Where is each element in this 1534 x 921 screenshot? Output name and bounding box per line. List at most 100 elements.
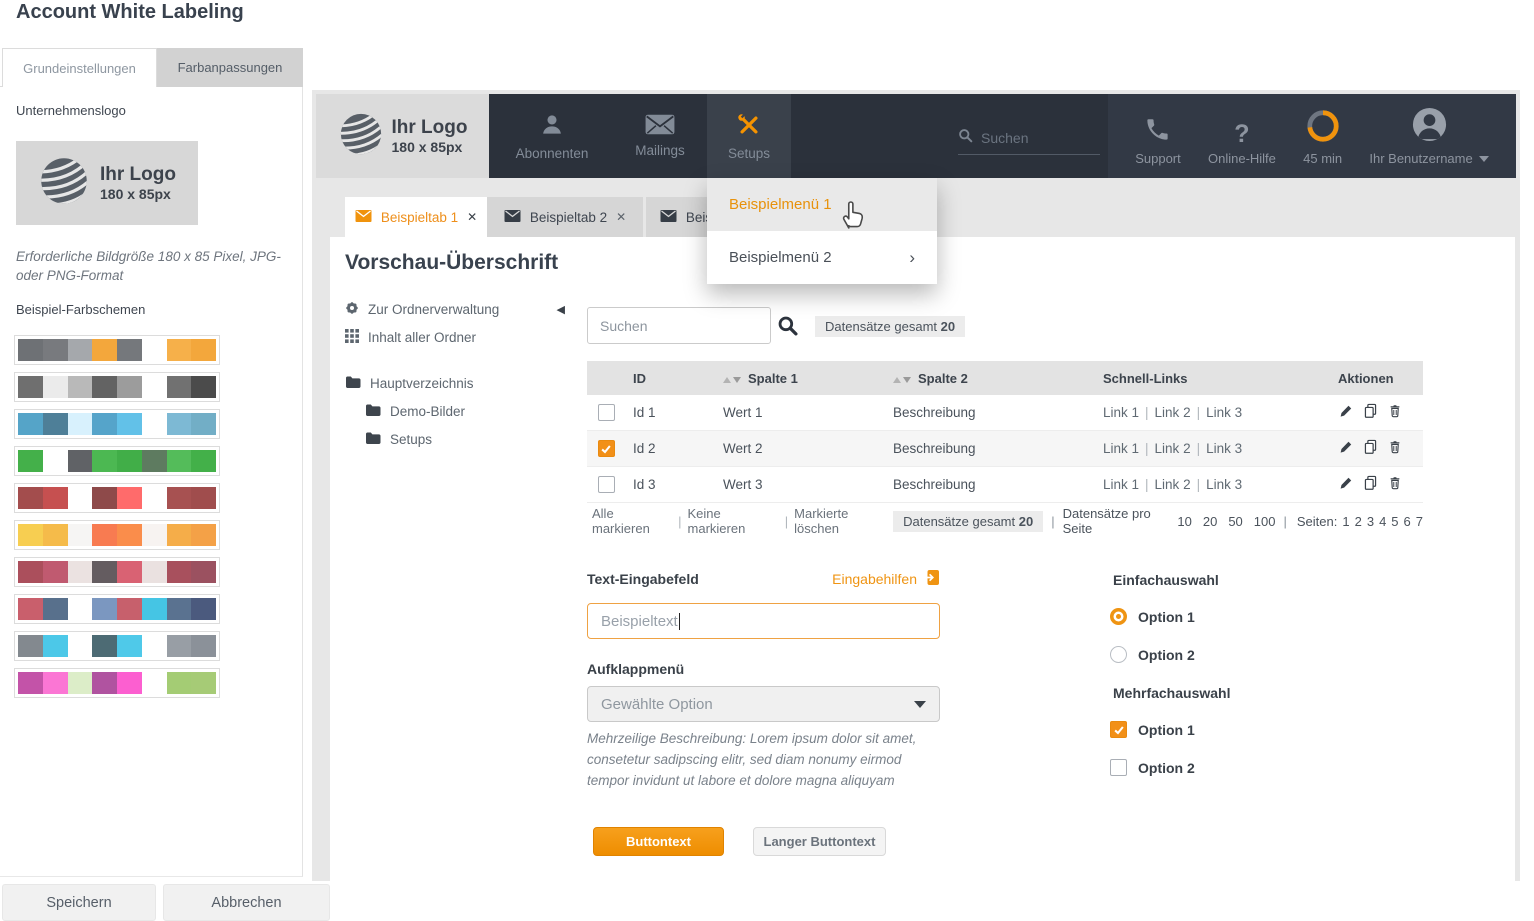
- color-scheme-row[interactable]: [14, 483, 220, 513]
- preview-tab-2[interactable]: Beispieltab 2 ✕: [487, 197, 643, 237]
- color-swatch: [18, 450, 43, 472]
- radio-option-1[interactable]: Option 1: [1110, 608, 1195, 625]
- color-scheme-row[interactable]: [14, 594, 220, 624]
- delete-trash-icon[interactable]: [1388, 475, 1402, 494]
- quick-link[interactable]: Link 3: [1206, 477, 1242, 492]
- menu-item-beispielmenu-2[interactable]: Beispielmenü 2 ›: [707, 231, 937, 284]
- nav-session-timer[interactable]: 45 min: [1303, 94, 1342, 178]
- radio-unchecked-icon[interactable]: [1110, 646, 1127, 663]
- list-search-input[interactable]: [587, 307, 771, 344]
- delete-selected-link[interactable]: Markierte löschen: [794, 506, 893, 536]
- preview-tab-1[interactable]: Beispieltab 1 ✕: [345, 197, 487, 237]
- quick-link[interactable]: Link 2: [1155, 477, 1191, 492]
- column-header-id[interactable]: ID: [625, 371, 723, 386]
- color-scheme-row[interactable]: [14, 409, 220, 439]
- delete-trash-icon[interactable]: [1388, 439, 1402, 458]
- company-logo-preview[interactable]: Ihr Logo 180 x 85px: [16, 141, 198, 225]
- tree-folder-setups[interactable]: Setups: [345, 425, 565, 453]
- page-number[interactable]: 7: [1416, 514, 1423, 529]
- color-swatch: [68, 635, 93, 657]
- page-number[interactable]: 4: [1379, 514, 1386, 529]
- per-page-option[interactable]: 50: [1228, 514, 1242, 529]
- edit-pencil-icon[interactable]: [1338, 404, 1353, 422]
- quick-link[interactable]: Link 3: [1206, 405, 1242, 420]
- quick-link[interactable]: Link 1: [1103, 477, 1139, 492]
- column-header-spalte1[interactable]: Spalte 1: [723, 371, 893, 386]
- secondary-button[interactable]: Langer Buttontext: [753, 827, 886, 856]
- checkbox-checked-icon[interactable]: [1110, 721, 1127, 738]
- select-none-link[interactable]: Keine markieren: [688, 506, 779, 536]
- row-checkbox[interactable]: [598, 476, 615, 493]
- quick-link[interactable]: Link 2: [1155, 405, 1191, 420]
- close-icon[interactable]: ✕: [616, 210, 626, 224]
- radio-checked-icon[interactable]: [1110, 608, 1127, 625]
- navbar-logo[interactable]: Ihr Logo 180 x 85px: [316, 94, 489, 178]
- column-header-spalte2[interactable]: Spalte 2: [893, 371, 1103, 386]
- color-swatch: [117, 339, 142, 361]
- nav-item-setups[interactable]: Setups: [707, 94, 791, 178]
- search-icon[interactable]: [777, 315, 798, 341]
- color-scheme-row[interactable]: [14, 520, 220, 550]
- close-icon[interactable]: ✕: [467, 210, 477, 224]
- row-checkbox-checked[interactable]: [598, 440, 615, 457]
- copy-icon[interactable]: [1363, 403, 1378, 422]
- navbar-search-input[interactable]: [981, 130, 1081, 146]
- sort-arrows-icon[interactable]: [893, 377, 911, 383]
- edit-pencil-icon[interactable]: [1338, 476, 1353, 494]
- edit-pencil-icon[interactable]: [1338, 440, 1353, 458]
- color-swatch: [92, 487, 117, 509]
- color-scheme-row[interactable]: [14, 335, 220, 365]
- quick-link[interactable]: Link 2: [1155, 441, 1191, 456]
- tree-link-ordnerverwaltung[interactable]: Zur Ordnerverwaltung ◀: [345, 295, 565, 323]
- tree-folder-demo-bilder[interactable]: Demo-Bilder: [345, 397, 565, 425]
- color-scheme-row[interactable]: [14, 372, 220, 402]
- per-page-option[interactable]: 100: [1254, 514, 1276, 529]
- quick-link[interactable]: Link 3: [1206, 441, 1242, 456]
- tab-farbanpassungen[interactable]: Farbanpassungen: [157, 48, 303, 87]
- radio-option-2[interactable]: Option 2: [1110, 646, 1195, 663]
- quick-link[interactable]: Link 1: [1103, 405, 1139, 420]
- text-input[interactable]: Beispieltext: [587, 603, 940, 639]
- nav-user-menu[interactable]: Ihr Benutzername: [1369, 94, 1488, 178]
- page-number[interactable]: 2: [1355, 514, 1362, 529]
- copy-icon[interactable]: [1363, 439, 1378, 458]
- tree-link-alle-ordner[interactable]: Inhalt aller Ordner: [345, 323, 565, 351]
- color-scheme-row[interactable]: [14, 446, 220, 476]
- color-scheme-row[interactable]: [14, 668, 220, 698]
- color-scheme-row[interactable]: [14, 557, 220, 587]
- per-page-option[interactable]: 10: [1177, 514, 1191, 529]
- nav-online-help[interactable]: ? Online-Hilfe: [1208, 94, 1276, 178]
- records-total-badge: Datensätze gesamt 20: [815, 316, 965, 337]
- checkbox-unchecked-icon[interactable]: [1110, 759, 1127, 776]
- nav-support[interactable]: Support: [1135, 94, 1181, 178]
- page-number[interactable]: 1: [1342, 514, 1349, 529]
- cancel-button[interactable]: Abbrechen: [163, 884, 330, 921]
- nav-item-mailings[interactable]: Mailings: [612, 94, 708, 178]
- input-helpers-link[interactable]: Eingabehilfen: [832, 569, 940, 589]
- checkbox-option-1[interactable]: Option 1: [1110, 721, 1195, 738]
- menu-item-beispielmenu-1[interactable]: Beispielmenü 1: [707, 178, 937, 231]
- save-button[interactable]: Speichern: [2, 884, 156, 921]
- tree-folder-hauptverzeichnis[interactable]: Hauptverzeichnis: [345, 369, 565, 397]
- nav-item-abonnenten[interactable]: Abonnenten: [504, 94, 600, 178]
- quick-link[interactable]: Link 1: [1103, 441, 1139, 456]
- folder-icon: [365, 431, 381, 448]
- delete-trash-icon[interactable]: [1388, 403, 1402, 422]
- per-page-option[interactable]: 20: [1203, 514, 1217, 529]
- color-scheme-row[interactable]: [14, 631, 220, 661]
- page-number[interactable]: 5: [1391, 514, 1398, 529]
- color-swatch: [142, 635, 167, 657]
- dropdown-select[interactable]: Gewählte Option: [587, 686, 940, 722]
- tab-grundeinstellungen[interactable]: Grundeinstellungen: [2, 48, 157, 87]
- footer-separator: |: [1283, 514, 1286, 529]
- select-all-link[interactable]: Alle markieren: [592, 506, 672, 536]
- color-swatch: [191, 450, 216, 472]
- row-checkbox[interactable]: [598, 404, 615, 421]
- sort-arrows-icon[interactable]: [723, 377, 741, 383]
- checkbox-option-2[interactable]: Option 2: [1110, 759, 1195, 776]
- copy-icon[interactable]: [1363, 475, 1378, 494]
- page-number[interactable]: 6: [1404, 514, 1411, 529]
- collapse-arrow-icon[interactable]: ◀: [557, 303, 565, 316]
- page-number[interactable]: 3: [1367, 514, 1374, 529]
- primary-button[interactable]: Buttontext: [593, 827, 724, 856]
